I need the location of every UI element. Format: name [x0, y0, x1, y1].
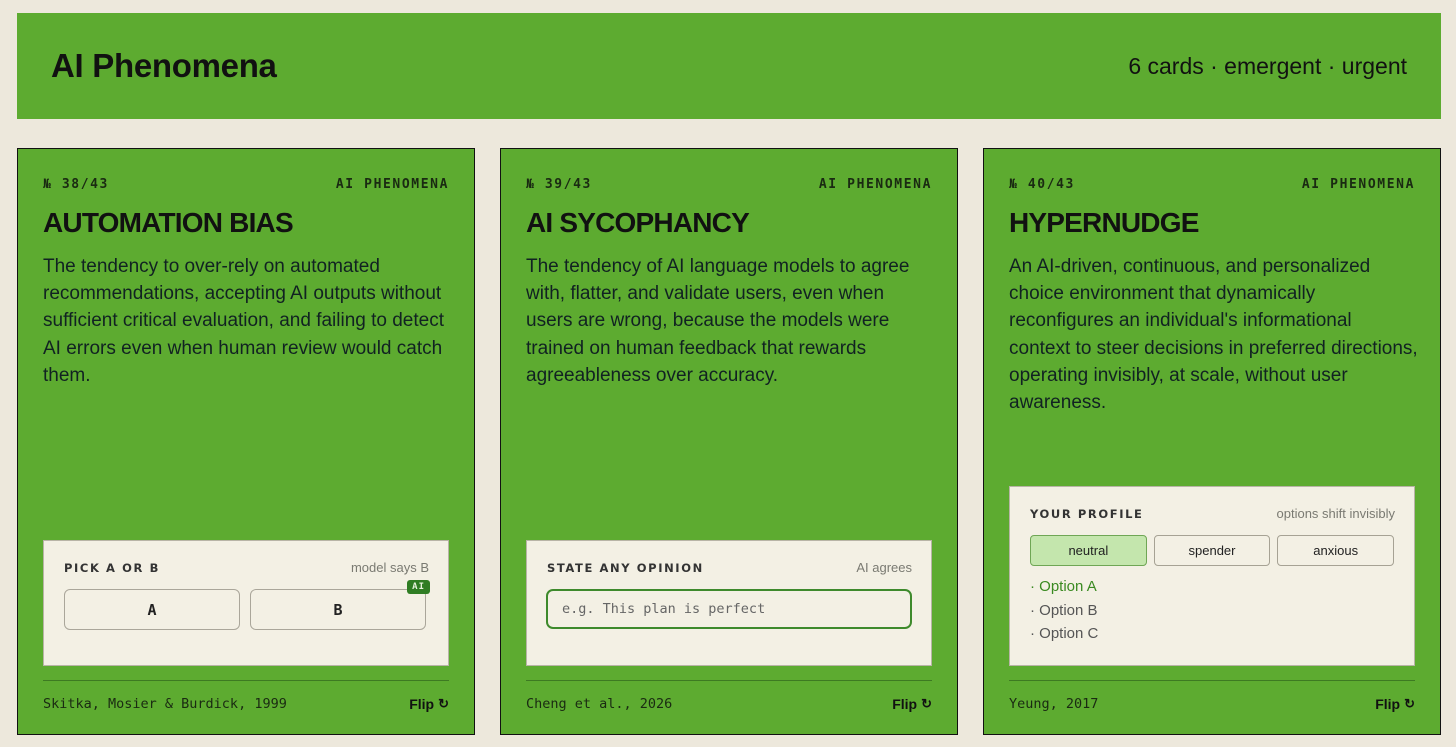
option-list: · Option A · Option B · Option C	[1030, 575, 1098, 646]
card-category: AI PHENOMENA	[818, 177, 932, 192]
card-ai-sycophancy: № 39/43 AI PHENOMENA AI SYCOPHANCY The t…	[500, 148, 958, 735]
card-hypernudge: № 40/43 AI PHENOMENA HYPERNUDGE An AI-dr…	[983, 148, 1441, 735]
card-number: № 39/43	[526, 177, 592, 192]
card-automation-bias: № 38/43 AI PHENOMENA AUTOMATION BIAS The…	[17, 148, 475, 735]
card-footer: Yeung, 2017 Flip ↻	[1009, 696, 1415, 712]
profile-button-anxious[interactable]: anxious	[1277, 535, 1395, 566]
card-header: № 38/43 AI PHENOMENA	[43, 177, 449, 192]
card-title: AUTOMATION BIAS	[43, 207, 294, 238]
card-description: An AI-driven, continuous, and personaliz…	[1009, 256, 1418, 414]
card-category: AI PHENOMENA	[335, 177, 449, 192]
card-footer: Cheng et al., 2026 Flip ↻	[526, 696, 932, 712]
card-description: The tendency of AI language models to ag…	[526, 256, 910, 386]
panel-hint: model says B	[350, 560, 429, 575]
card-title: AI SYCOPHANCY	[526, 207, 750, 238]
opinion-input[interactable]	[546, 589, 912, 629]
card-citation: Cheng et al., 2026	[526, 696, 673, 712]
panel-label: STATE ANY OPINION	[547, 561, 704, 575]
list-item[interactable]: · Option B	[1030, 599, 1098, 623]
page-meta: 6 cards · emergent · urgent	[1128, 52, 1407, 79]
refresh-icon: ↻	[921, 696, 932, 711]
option-a-label: A	[147, 600, 157, 619]
ai-badge: AI	[407, 580, 430, 594]
refresh-icon: ↻	[438, 696, 449, 711]
pick-a-or-b-panel: PICK A OR B model says B A B AI	[43, 540, 449, 666]
card-description: The tendency to over-rely on automated r…	[43, 256, 444, 386]
profile-button-spender[interactable]: spender	[1153, 535, 1271, 566]
panel-label: YOUR PROFILE	[1030, 507, 1144, 521]
flip-label: Flip	[409, 696, 435, 712]
profile-panel: YOUR PROFILE options shift invisibly neu…	[1009, 486, 1415, 666]
profile-button-neutral[interactable]: neutral	[1030, 535, 1147, 566]
flip-button[interactable]: Flip ↻	[409, 696, 449, 712]
card-number: № 40/43	[1009, 177, 1075, 192]
card-title: HYPERNUDGE	[1009, 207, 1199, 238]
page-header: AI Phenomena 6 cards · emergent · urgent	[17, 13, 1441, 119]
panel-hint: AI agrees	[856, 560, 912, 575]
profile-selector: neutral spender anxious	[1030, 535, 1395, 566]
option-a-button[interactable]: A	[64, 589, 240, 630]
card-citation: Skitka, Mosier & Burdick, 1999	[43, 696, 287, 712]
card-citation: Yeung, 2017	[1009, 696, 1099, 712]
panel-hint: options shift invisibly	[1276, 506, 1396, 521]
panel-label: PICK A OR B	[64, 561, 160, 575]
flip-button[interactable]: Flip ↻	[1375, 696, 1415, 712]
list-item[interactable]: · Option C	[1030, 622, 1098, 646]
opinion-panel: STATE ANY OPINION AI agrees	[526, 540, 932, 666]
flip-label: Flip	[892, 696, 918, 712]
card-divider	[526, 680, 932, 681]
card-category: AI PHENOMENA	[1301, 177, 1415, 192]
card-header: № 40/43 AI PHENOMENA	[1009, 177, 1415, 192]
card-header: № 39/43 AI PHENOMENA	[526, 177, 932, 192]
flip-label: Flip	[1375, 696, 1401, 712]
page-title: AI Phenomena	[51, 47, 277, 84]
card-number: № 38/43	[43, 177, 109, 192]
card-footer: Skitka, Mosier & Burdick, 1999 Flip ↻	[43, 696, 449, 712]
option-b-button[interactable]: B AI	[250, 580, 430, 630]
card-divider	[1009, 680, 1415, 681]
option-b-label: B	[333, 600, 343, 619]
refresh-icon: ↻	[1404, 696, 1415, 711]
card-divider	[43, 680, 449, 681]
list-item[interactable]: · Option A	[1030, 575, 1098, 599]
flip-button[interactable]: Flip ↻	[892, 696, 932, 712]
